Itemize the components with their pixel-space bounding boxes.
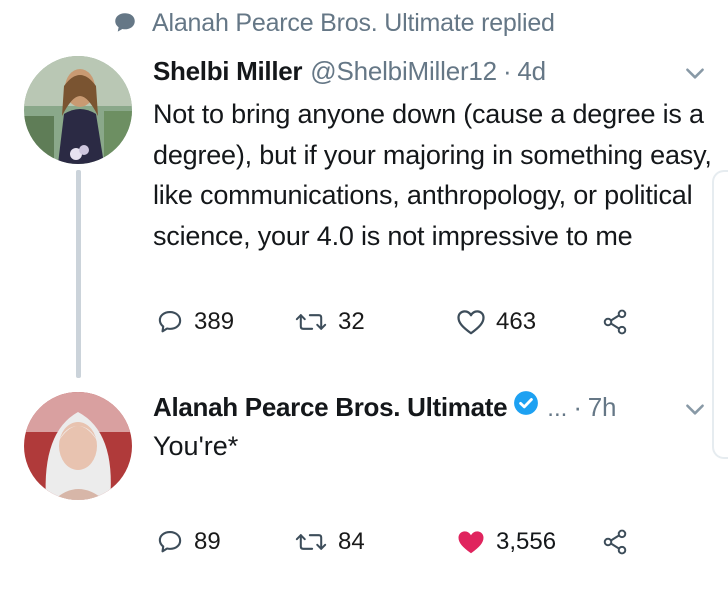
avatar-image — [24, 56, 132, 164]
reply-count: 389 — [194, 308, 235, 335]
reply-context-text: Alanah Pearce Bros. Ultimate replied — [152, 8, 555, 37]
heart-filled-icon — [458, 531, 484, 554]
tweet-header: Alanah Pearce Bros. Ultimate ... · 7h — [153, 390, 617, 423]
tweet-text: You're* — [153, 431, 239, 461]
retweet-count: 84 — [338, 528, 365, 555]
reply-icon — [158, 311, 182, 333]
reply-button[interactable]: 89 — [156, 528, 221, 556]
timestamp[interactable]: 4d — [517, 56, 546, 87]
retweet-icon — [295, 534, 327, 550]
retweet-button[interactable]: 84 — [294, 528, 365, 556]
scroll-edge — [712, 170, 728, 459]
reply-count: 89 — [194, 528, 221, 555]
verified-badge-icon — [514, 391, 539, 415]
share-icon — [603, 309, 627, 335]
separator: · — [573, 392, 582, 422]
thread-line — [76, 170, 81, 378]
speech-bubble-icon — [115, 13, 135, 32]
share-button[interactable] — [600, 528, 630, 556]
avatar[interactable] — [24, 56, 132, 164]
chevron-down-icon[interactable] — [682, 396, 708, 422]
like-button[interactable]: 3,556 — [456, 528, 556, 556]
like-count: 463 — [496, 308, 537, 335]
avatar[interactable] — [24, 392, 132, 500]
user-handle[interactable]: @ShelbiMiller12 — [310, 56, 497, 87]
separator: · — [502, 56, 512, 86]
timestamp[interactable]: 7h — [588, 392, 617, 423]
avatar-image — [24, 392, 132, 500]
display-name[interactable]: Shelbi Miller — [153, 56, 303, 87]
tweet-header: Shelbi Miller @ShelbiMiller12 · 4d — [153, 56, 546, 87]
like-button[interactable]: 463 — [456, 308, 536, 336]
reply-icon — [158, 531, 182, 553]
share-button[interactable] — [600, 308, 630, 336]
display-name[interactable]: Alanah Pearce Bros. Ultimate — [153, 392, 508, 423]
reply-button[interactable]: 389 — [156, 308, 234, 336]
heart-outline-icon — [457, 310, 485, 335]
retweet-count: 32 — [338, 308, 365, 335]
reply-context[interactable]: Alanah Pearce Bros. Ultimate replied — [112, 6, 555, 40]
retweet-icon — [295, 314, 327, 330]
like-count: 3,556 — [496, 528, 557, 555]
chevron-down-icon[interactable] — [682, 60, 708, 86]
tweet-text: Not to bring anyone down (cause a degree… — [153, 99, 712, 251]
retweet-button[interactable]: 32 — [294, 308, 365, 336]
share-icon — [603, 529, 627, 555]
truncation-ellipsis: ... — [547, 395, 568, 422]
